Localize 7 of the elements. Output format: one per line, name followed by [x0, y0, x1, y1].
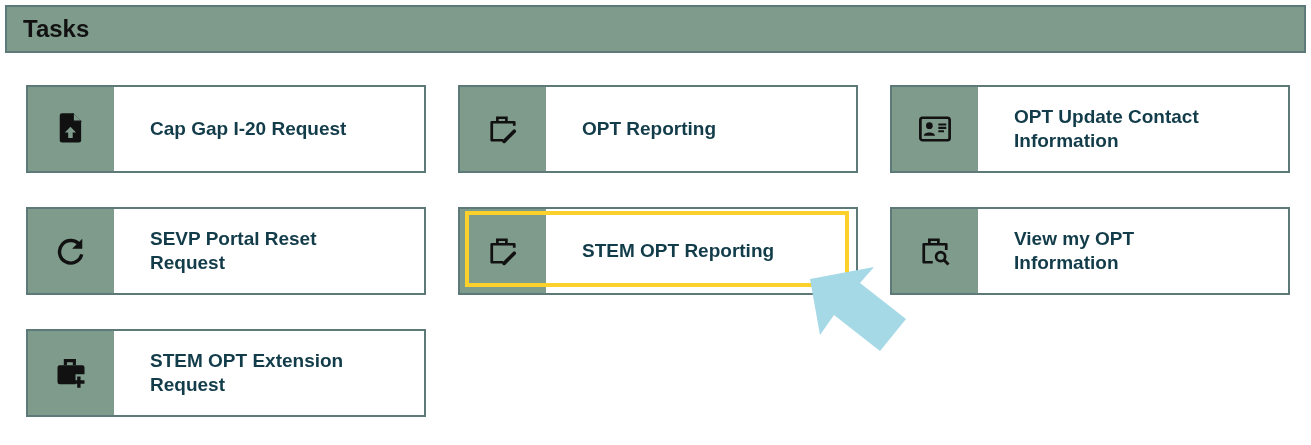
task-tile[interactable]: STEM OPT Extension Request	[26, 329, 426, 417]
section-title: Tasks	[23, 15, 90, 43]
task-tile[interactable]: Cap Gap I-20 Request	[26, 85, 426, 173]
task-tile[interactable]: View my OPT Information	[890, 207, 1290, 295]
task-tile[interactable]: SEVP Portal Reset Request	[26, 207, 426, 295]
task-tile[interactable]: OPT Reporting	[458, 85, 858, 173]
task-tile[interactable]: OPT Update Contact Information	[890, 85, 1290, 173]
